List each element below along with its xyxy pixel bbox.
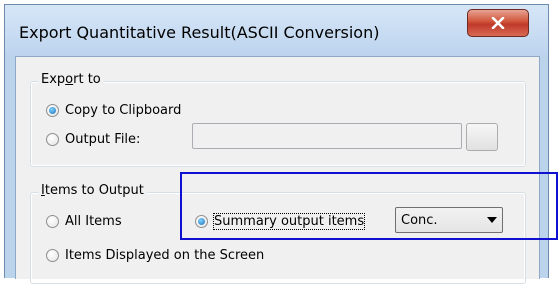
output-file-path-field[interactable] bbox=[192, 123, 462, 149]
summary-output-items-radio[interactable] bbox=[195, 215, 208, 228]
browse-file-button[interactable] bbox=[466, 123, 498, 151]
items-to-output-group: Items to Output All Items Summary output… bbox=[30, 183, 526, 284]
dialog-client-area: Export to Copy to Clipboard Output File:… bbox=[15, 56, 540, 284]
summary-items-dropdown[interactable]: Conc. bbox=[395, 207, 503, 233]
items-to-output-legend: Items to Output bbox=[38, 183, 147, 198]
summary-items-selected-value: Conc. bbox=[401, 212, 438, 228]
all-items-option[interactable]: All Items bbox=[46, 214, 122, 229]
summary-output-items-label: Summary output items bbox=[212, 213, 366, 230]
output-file-label: Output File: bbox=[65, 132, 141, 147]
copy-to-clipboard-radio[interactable] bbox=[46, 104, 59, 117]
all-items-label: All Items bbox=[65, 214, 122, 229]
close-button[interactable] bbox=[467, 9, 529, 37]
output-file-radio[interactable] bbox=[46, 133, 59, 146]
items-displayed-on-screen-radio[interactable] bbox=[46, 249, 59, 262]
export-to-group: Export to Copy to Clipboard Output File: bbox=[30, 72, 526, 167]
close-x-icon bbox=[491, 17, 505, 29]
output-file-option[interactable]: Output File: bbox=[46, 132, 140, 147]
dialog-window: Export Quantitative Result(ASCII Convers… bbox=[4, 4, 549, 284]
dialog-title: Export Quantitative Result(ASCII Convers… bbox=[19, 23, 380, 42]
copy-to-clipboard-label: Copy to Clipboard bbox=[65, 103, 182, 118]
all-items-radio[interactable] bbox=[46, 215, 59, 228]
summary-output-items-option[interactable]: Summary output items bbox=[195, 213, 366, 230]
items-displayed-on-screen-option[interactable]: Items Displayed on the Screen bbox=[46, 248, 264, 263]
export-to-legend: Export to bbox=[38, 72, 104, 87]
chevron-down-icon[interactable] bbox=[482, 217, 502, 223]
copy-to-clipboard-option[interactable]: Copy to Clipboard bbox=[46, 103, 181, 118]
items-displayed-on-screen-label: Items Displayed on the Screen bbox=[65, 248, 265, 263]
title-bar[interactable]: Export Quantitative Result(ASCII Convers… bbox=[5, 5, 548, 56]
